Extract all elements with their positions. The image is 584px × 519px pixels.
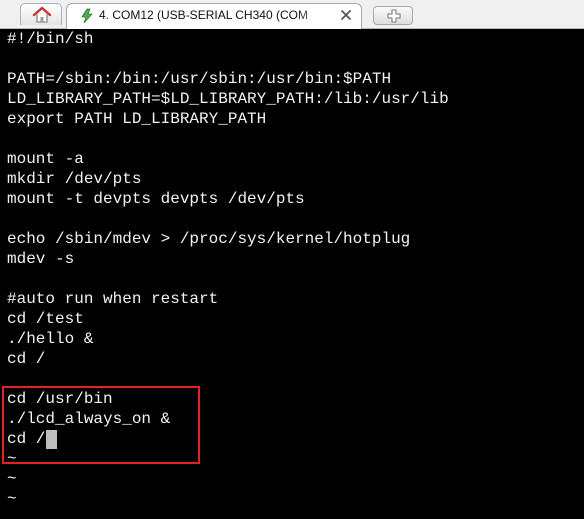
- serial-connection-icon: [81, 8, 93, 24]
- new-tab-button[interactable]: [373, 6, 413, 25]
- home-button[interactable]: [20, 3, 62, 25]
- terminal-line: export PATH LD_LIBRARY_PATH: [7, 110, 267, 128]
- terminal-line: mkdir /dev/pts: [7, 170, 142, 188]
- terminal-line: LD_LIBRARY_PATH=$LD_LIBRARY_PATH:/lib:/u…: [7, 90, 449, 108]
- home-icon: [32, 6, 52, 23]
- terminal-line: #!/bin/sh: [7, 30, 94, 48]
- terminal-line: cd /: [7, 350, 46, 368]
- terminal-line: ./hello &: [7, 330, 94, 348]
- terminal-line: cd /test: [7, 310, 84, 328]
- highlight-annotation-box: [2, 386, 200, 464]
- plus-icon: [387, 9, 401, 23]
- terminal-line: ~: [7, 490, 17, 508]
- terminal-line: mdev -s: [7, 250, 75, 268]
- terminal-line: mount -t devpts devpts /dev/pts: [7, 190, 305, 208]
- terminal-line: #auto run when restart: [7, 290, 219, 308]
- terminal-line: echo /sbin/mdev > /proc/sys/kernel/hotpl…: [7, 230, 411, 248]
- close-icon[interactable]: [339, 8, 353, 22]
- terminal-line: ~: [7, 470, 17, 488]
- tab-bar: 4. COM12 (USB-SERIAL CH340 (COM: [0, 0, 584, 29]
- terminal-line: PATH=/sbin:/bin:/usr/sbin:/usr/bin:$PATH: [7, 70, 392, 88]
- terminal-line: mount -a: [7, 150, 84, 168]
- tab-title: 4. COM12 (USB-SERIAL CH340 (COM: [99, 8, 308, 22]
- tab-com12[interactable]: 4. COM12 (USB-SERIAL CH340 (COM: [66, 3, 362, 29]
